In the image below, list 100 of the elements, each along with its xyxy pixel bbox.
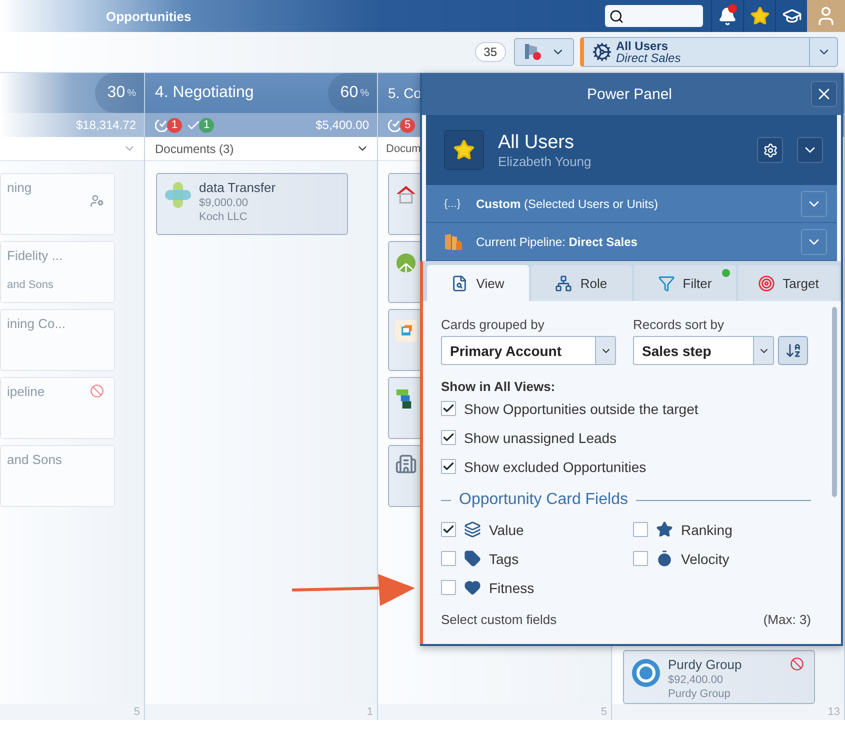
settings-button[interactable] [757,137,783,163]
card-title: ining Co... [7,316,66,331]
limit-note: (Max: 3) [763,612,811,627]
checkbox-label: Velocity [681,550,730,566]
panel-tab[interactable]: Filter [634,265,736,301]
column-count: 5 [600,706,607,718]
scope-row[interactable]: {...} Custom (Selected Users or Units) [426,185,837,223]
favorite-tile[interactable] [444,130,484,170]
documents-label: Docum [386,142,421,154]
checkbox[interactable] [441,430,456,445]
card-account: Purdy Group [668,688,730,700]
custom-fields-label: Select custom fields [441,612,557,627]
user-name: All Users [498,132,576,154]
card-title: and Sons [7,452,62,467]
panel-tab[interactable]: Target [738,265,839,301]
percent-unit: % [360,88,369,98]
count-badge: 5 [400,118,415,132]
target-icon [758,274,775,292]
card-title: Purdy Group [668,657,742,672]
bell-icon [718,6,737,26]
checkbox[interactable] [441,551,456,566]
checkbox[interactable] [441,580,456,595]
hierarchy-icon [555,274,572,292]
column-count: 13 [828,706,840,718]
percent-value: 30 [107,84,126,102]
checkbox-label: Show unassigned Leads [464,430,617,446]
percent-value: 60 [340,84,358,102]
sort-by-select[interactable]: Sales step [633,336,774,365]
ring-logo-icon [630,657,662,689]
checkbox[interactable] [441,401,456,416]
stopwatch-icon [656,550,673,567]
card-title: ipeline [7,384,45,399]
user-subtitle: Elizabeth Young [498,154,592,168]
record-count: 35 [474,42,506,62]
section-title: Opportunity Card Fields [459,491,628,509]
checkbox[interactable] [441,522,456,537]
stack-icon [464,521,481,538]
documents-label: Documents (3) [155,142,235,156]
percent-unit: % [127,88,136,98]
pipeline-button[interactable] [514,38,574,66]
card-account: Koch LLC [199,211,248,223]
selector-subtitle: Direct Sales [616,52,681,64]
sort-order-button[interactable] [778,336,808,365]
star-icon [750,6,770,26]
scrollbar[interactable] [832,307,837,497]
moon-check-icon [155,118,169,132]
star-icon [453,139,475,161]
star-icon [656,521,673,538]
close-button[interactable] [811,81,837,107]
moon-check-icon [388,118,402,132]
card-title: Fidelity ... [7,248,63,263]
page-title: Opportunities [105,8,192,24]
search-icon [609,8,624,24]
checkbox[interactable] [441,459,456,474]
checkbox-label: Ranking [681,522,732,538]
expand-button[interactable] [797,137,823,163]
scope-row[interactable]: Current Pipeline: Direct Sales [426,223,837,261]
column-amount: $5,400.00 [316,118,369,132]
sort-az-icon [784,342,802,359]
section-heading: Show in All Views: [441,379,556,394]
tag-icon [464,550,481,567]
funnel-icon [658,274,675,292]
opportunity-card[interactable]: data Transfer $9,000.00 Koch LLC [156,173,348,235]
card-value: $92,400.00 [668,674,724,686]
column-amount: $18,314.72 [76,118,136,132]
scope-text: Current Pipeline: Direct Sales [476,234,638,248]
column-count: 1 [366,706,373,718]
opportunity-card[interactable]: Purdy Group $92,400.00 Purdy Group [623,650,815,704]
field-label: Cards grouped by [441,317,546,332]
panel-tab[interactable]: View [427,265,528,301]
card-value: $9,000.00 [199,197,248,209]
field-label: Records sort by [633,317,726,332]
document-search-icon [451,274,468,292]
column-count: 5 [134,706,140,718]
checkbox-label: Tags [489,550,519,566]
braces-icon: {...} [444,198,462,210]
settings-icon [762,142,778,158]
pipeline-icon [444,232,462,250]
card-account: and Sons [7,279,54,291]
cross-logo-icon [163,180,193,210]
column-title: 4. Negotiating [155,84,254,102]
scope-text: Custom (Selected Users or Units) [476,196,660,210]
selector-title: All Users [616,40,670,52]
checkbox[interactable] [633,551,648,566]
panel-title: Power Panel [586,86,672,102]
checkbox[interactable] [633,522,648,537]
flag-icon [523,43,543,61]
checkbox-label: Value [489,522,524,538]
count-badge: 1 [199,118,214,132]
search-field[interactable] [605,5,703,27]
panel-tab[interactable]: Role [530,265,632,301]
group-by-select[interactable]: Primary Account [441,336,616,365]
checkbox-label: Show Opportunities outside the target [464,400,698,416]
building-logo-icon [395,452,417,476]
checkbox-label: Fitness [489,580,534,596]
gears-icon [592,42,612,62]
card-title: ning [7,180,32,195]
checkbox-label: Show excluded Opportunities [464,458,646,474]
card-title: data Transfer [199,180,276,195]
user-selector[interactable]: All Users Direct Sales [580,37,838,67]
